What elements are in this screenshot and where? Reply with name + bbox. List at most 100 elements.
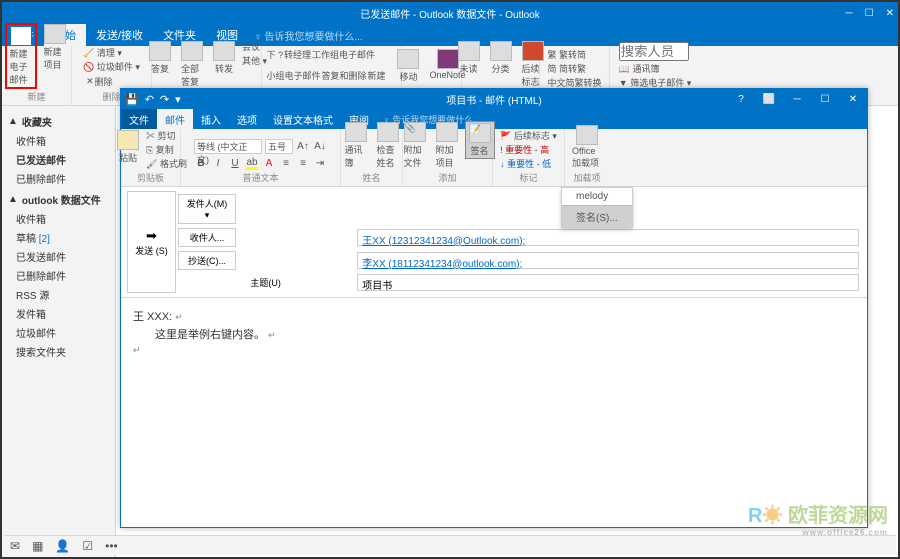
bullets-button[interactable]: ≡ <box>279 156 293 170</box>
importance-low[interactable]: ↓ 重要性 - 低 <box>500 157 551 170</box>
comp-max-icon[interactable]: ☐ <box>811 89 839 109</box>
check-names-button[interactable]: 检查姓名 <box>374 121 402 170</box>
grow-font-icon[interactable]: A↑ <box>296 140 310 154</box>
indent-button[interactable]: ⇥ <box>313 156 327 170</box>
forward-button[interactable]: 转发 <box>210 40 238 76</box>
qs-4[interactable]: 答复和删除 <box>322 69 367 82</box>
qat-more-icon[interactable]: ▾ <box>175 93 181 106</box>
qs-3[interactable]: 转经理 <box>284 48 311 61</box>
nav-inbox[interactable]: 收件箱 <box>8 131 109 150</box>
new-item-button[interactable]: 新建项目 <box>41 23 69 72</box>
calendar-view-icon[interactable]: ▦ <box>32 539 43 553</box>
unread-button[interactable]: 未读 <box>455 40 483 76</box>
numbering-button[interactable]: ≡ <box>296 156 310 170</box>
search-people-input[interactable] <box>619 42 689 61</box>
nav-deleted2[interactable]: 已删除邮件 <box>8 266 109 285</box>
categorize-button[interactable]: 分类 <box>487 40 515 76</box>
nav-deleted[interactable]: 已删除邮件 <box>8 169 109 188</box>
italic-button[interactable]: I <box>211 156 225 170</box>
group-delete: 删除 <box>102 90 120 103</box>
move-button[interactable]: 移动 <box>394 48 422 84</box>
shrink-font-icon[interactable]: A↓ <box>313 140 327 154</box>
sig-option-settings[interactable]: 签名(S)... <box>562 205 632 227</box>
font-size-select[interactable]: 五号 <box>265 139 293 154</box>
compose-window: 💾 ↶ ↷ ▾ 项目书 - 邮件 (HTML) ? ⬜ ─ ☐ ✕ 文件 邮件 … <box>120 88 868 528</box>
attach-item-button[interactable]: 附加项目 <box>433 121 461 170</box>
comp-min-icon[interactable]: ─ <box>783 89 811 109</box>
ctab-options[interactable]: 选项 <box>229 109 265 129</box>
outer-titlebar: 已发送邮件 - Outlook 数据文件 - Outlook ─ ☐ ✕ <box>2 2 898 24</box>
paste-button[interactable]: 粘贴 <box>114 129 142 165</box>
office-addins-button[interactable]: Office 加载项 <box>569 124 605 170</box>
to-field[interactable]: 王XX (12312341234@Outlook.com); <box>357 229 858 246</box>
close-icon[interactable]: ✕ <box>886 8 894 19</box>
attach-file-button[interactable]: 📎附加文件 <box>401 121 429 170</box>
compose-header-fields: ➡ 发送 (S) 发件人(M) ▾ 收件人... 王XX (1231234123… <box>121 187 867 297</box>
ctab-format[interactable]: 设置文本格式 <box>265 109 341 129</box>
nav-outbox[interactable]: 发件箱 <box>8 304 109 323</box>
followup-button[interactable]: 🚩 后续标志 ▾ <box>500 129 557 142</box>
ctab-message[interactable]: 邮件 <box>157 109 193 129</box>
send-button[interactable]: ➡ 发送 (S) <box>128 192 176 293</box>
nav-junk[interactable]: 垃圾邮件 <box>8 323 109 342</box>
sig-option-melody[interactable]: melody <box>562 188 632 205</box>
more-nav-icon[interactable]: ••• <box>105 539 118 553</box>
subject-field[interactable]: 项目书 <box>357 274 858 291</box>
qs-5[interactable]: 小组电子邮件 <box>267 69 321 82</box>
cc-field[interactable]: 李XX (18112341234@outlook.com); <box>357 252 858 269</box>
junk-button[interactable]: 🚫 垃圾邮件 ▾ <box>83 60 140 73</box>
qs-2[interactable]: 工作组电子邮件 <box>312 48 375 61</box>
ctab-file[interactable]: 文件 <box>121 109 157 129</box>
from-button[interactable]: 发件人(M) ▾ <box>178 194 236 224</box>
replyall-button[interactable]: 全部答复 <box>178 40 206 89</box>
to-button[interactable]: 收件人... <box>178 228 236 247</box>
tasks-view-icon[interactable]: ☑ <box>82 539 93 553</box>
trans-1[interactable]: 繁 繁转简 <box>547 48 586 61</box>
qs-1[interactable]: 下 ? <box>267 48 284 61</box>
qat-redo-icon[interactable]: ↷ <box>160 93 169 106</box>
ribbon-toggle-icon[interactable]: ⬜ <box>755 89 783 109</box>
min-icon[interactable]: ─ <box>846 8 853 19</box>
datafile-header[interactable]: ▲ outlook 数据文件 <box>8 192 109 207</box>
clean-button[interactable]: 🧹 清理 ▾ <box>83 46 122 59</box>
compose-body[interactable]: 王 XXX: ↵ 这里是举例右键内容。 ↵ ↵ <box>121 297 867 527</box>
qs-6[interactable]: 新建 <box>368 69 386 82</box>
fav-header[interactable]: ▲ 收藏夹 <box>8 114 109 129</box>
trans-2[interactable]: 简 简转繁 <box>547 62 586 75</box>
addressbook-button[interactable]: 📖 通讯簿 <box>619 62 660 75</box>
cc-button[interactable]: 抄送(C)... <box>178 251 236 270</box>
tell-me[interactable]: ♀ 告诉我您想要做什么... <box>254 28 363 43</box>
people-view-icon[interactable]: 👤 <box>55 539 70 553</box>
group-font: 普通文本 <box>242 171 278 184</box>
status-bar: ✉ ▦ 👤 ☑ ••• <box>4 535 896 555</box>
tab-sendrecv[interactable]: 发送/接收 <box>86 24 153 46</box>
nav-drafts[interactable]: 草稿 [2] <box>8 228 109 247</box>
nav-rss[interactable]: RSS 源 <box>8 285 109 304</box>
mail-view-icon[interactable]: ✉ <box>10 539 20 553</box>
highlight-button[interactable]: ab <box>245 156 259 170</box>
new-mail-button[interactable]: 新建 电子邮件 <box>5 23 37 89</box>
signature-button[interactable]: 📝签名 <box>465 121 495 159</box>
group-clipboard: 剪贴板 <box>137 171 164 184</box>
font-color-button[interactable]: A <box>262 156 276 170</box>
nav-search[interactable]: 搜索文件夹 <box>8 342 109 361</box>
nav-sent[interactable]: 已发送邮件 <box>8 150 109 169</box>
ctab-insert[interactable]: 插入 <box>193 109 229 129</box>
help-icon[interactable]: ? <box>727 89 755 109</box>
importance-high[interactable]: ! 重要性 - 高 <box>500 143 549 156</box>
bold-button[interactable]: B <box>194 156 208 170</box>
nav-inbox2[interactable]: 收件箱 <box>8 209 109 228</box>
max-icon[interactable]: ☐ <box>865 8 874 19</box>
compose-titlebar: 💾 ↶ ↷ ▾ 项目书 - 邮件 (HTML) ? ⬜ ─ ☐ ✕ <box>121 89 867 109</box>
comp-close-icon[interactable]: ✕ <box>839 89 867 109</box>
addressbook-button2[interactable]: 通讯簿 <box>342 121 370 170</box>
delete-button[interactable]: ✕删除 <box>83 74 116 89</box>
qat-undo-icon[interactable]: ↶ <box>145 93 154 106</box>
nav-sent2[interactable]: 已发送邮件 <box>8 247 109 266</box>
reply-button[interactable]: 答复 <box>146 40 174 76</box>
font-name-select[interactable]: 等线 (中文正文) <box>194 139 262 154</box>
qat-save-icon[interactable]: 💾 <box>125 93 139 106</box>
underline-button[interactable]: U <box>228 156 242 170</box>
group-new: 新建 <box>27 90 45 103</box>
group-addins: 加载项 <box>573 171 600 184</box>
